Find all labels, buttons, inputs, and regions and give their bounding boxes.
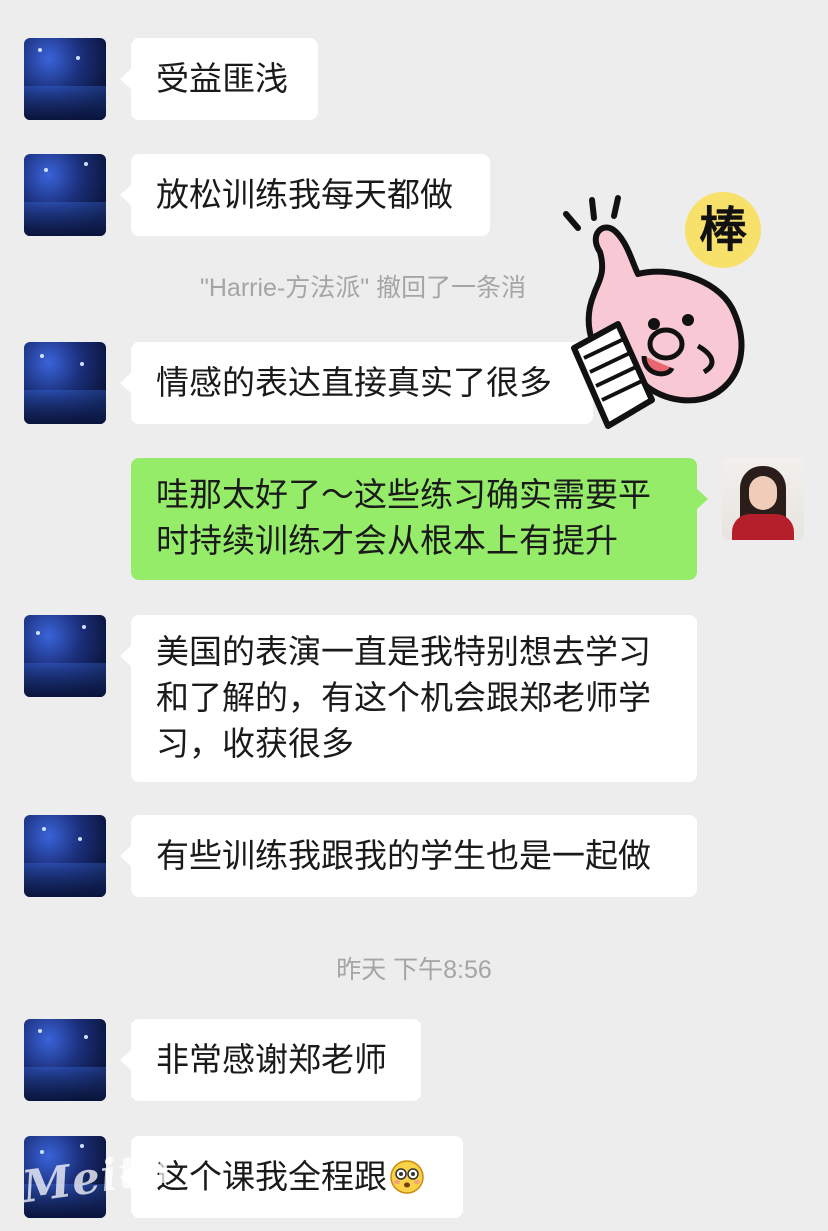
message-bubble-self[interactable]: 哇那太好了～这些练习确实需要平时持续训练才会从根本上有提升 (131, 458, 708, 580)
contact-avatar[interactable] (24, 815, 106, 897)
message-text: 放松训练我每天都做 (156, 175, 453, 214)
recall-notice: "Harrie-方法派" 撤回了一条消 (200, 274, 527, 302)
message-bubble[interactable]: 放松训练我每天都做 (120, 154, 490, 236)
thumbs-up-sticker-icon: 棒 (563, 192, 761, 429)
message-text: 这个课我全程跟 (156, 1157, 387, 1196)
message-bubble[interactable]: 受益匪浅 (120, 38, 318, 120)
sticker-text: 棒 (699, 202, 748, 258)
message-bubble[interactable]: 非常感谢郑老师 (120, 1019, 421, 1101)
message-text: 哇那太好了～这些练习确实需要平时持续训练才会从根本上有提升 (156, 475, 651, 560)
message-bubble[interactable]: 有些训练我跟我的学生也是一起做 (120, 815, 697, 897)
message-text: 非常感谢郑老师 (156, 1040, 387, 1079)
message-text: 受益匪浅 (156, 59, 288, 98)
self-avatar[interactable] (722, 458, 804, 540)
message-bubble[interactable]: 情感的表达直接真实了很多 (120, 342, 593, 424)
contact-avatar[interactable] (24, 615, 106, 697)
contact-avatar[interactable] (24, 38, 106, 120)
message-bubble[interactable]: 这个课我全程跟 (120, 1136, 463, 1218)
dizzy-face-emoji-icon (390, 1160, 424, 1194)
contact-avatar[interactable] (24, 342, 106, 424)
message-text: 美国的表演一直是我特别想去学习和了解的，有这个机会跟郑老师学习，收获很多 (156, 632, 651, 763)
message-text: 有些训练我跟我的学生也是一起做 (156, 836, 651, 875)
message-text: 情感的表达直接真实了很多 (156, 363, 552, 402)
timestamp: 昨天 下午8:56 (336, 956, 492, 984)
contact-avatar[interactable] (24, 1019, 106, 1101)
contact-avatar[interactable] (24, 154, 106, 236)
message-bubble[interactable]: 美国的表演一直是我特别想去学习和了解的，有这个机会跟郑老师学习，收获很多 (120, 615, 697, 782)
